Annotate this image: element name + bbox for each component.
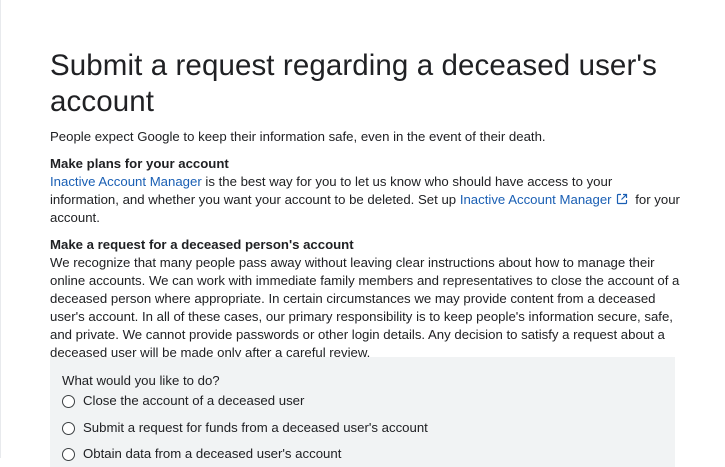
option-request-funds[interactable]: Submit a request for funds from a deceas… (62, 419, 428, 437)
page-title: Submit a request regarding a deceased us… (50, 49, 657, 118)
intro-text: People expect Google to keep their infor… (50, 129, 546, 144)
plans-body: Inactive Account Manager is the best way… (50, 173, 680, 227)
option-close-account[interactable]: Close the account of a deceased user (62, 392, 304, 410)
setup-link-label: Inactive Account Manager (459, 192, 612, 207)
option-obtain-data-label: Obtain data from a deceased user's accou… (83, 446, 342, 461)
form-question: What would you like to do? (62, 373, 220, 388)
option-obtain-data[interactable]: Obtain data from a deceased user's accou… (62, 445, 341, 463)
inactive-account-manager-setup-link[interactable]: Inactive Account Manager (460, 192, 632, 207)
option-request-funds-label: Submit a request for funds from a deceas… (83, 420, 428, 435)
request-body: We recognize that many people pass away … (50, 255, 680, 360)
radio-close-account[interactable] (62, 394, 75, 408)
inactive-account-manager-link[interactable]: Inactive Account Manager (50, 174, 202, 189)
radio-request-funds[interactable] (62, 421, 75, 435)
radio-obtain-data[interactable] (62, 447, 75, 461)
page-edge-divider (0, 0, 1, 458)
request-section: Make a request for a deceased person's a… (50, 236, 680, 362)
option-close-account-label: Close the account of a deceased user (83, 393, 305, 408)
request-form-card: What would you like to do? Close the acc… (50, 357, 675, 467)
plans-section: Make plans for your account Inactive Acc… (50, 155, 680, 227)
plans-heading: Make plans for your account (50, 156, 229, 171)
main-content: Submit a request regarding a deceased us… (50, 48, 680, 362)
open-in-new-icon (616, 193, 627, 205)
request-heading: Make a request for a deceased person's a… (50, 237, 354, 252)
